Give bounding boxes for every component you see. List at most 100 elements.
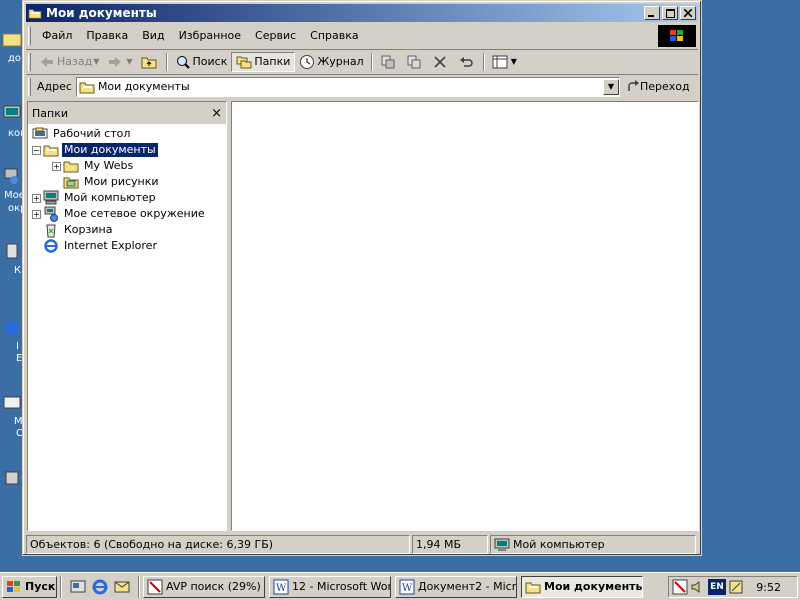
collapse-icon[interactable]: − bbox=[32, 145, 41, 155]
up-folder-icon bbox=[141, 57, 157, 68]
my-documents-folder-icon bbox=[43, 145, 59, 157]
folders-label: Папки bbox=[254, 55, 291, 68]
expand-icon[interactable]: + bbox=[52, 161, 61, 171]
system-tray: EN 9:52 bbox=[668, 576, 798, 598]
show-desktop-icon[interactable] bbox=[69, 578, 87, 596]
tree-item[interactable]: + Мой компьютер bbox=[28, 190, 226, 206]
menu-view[interactable]: Вид bbox=[135, 26, 171, 46]
views-icon bbox=[492, 55, 508, 68]
start-button[interactable]: Пуск bbox=[2, 575, 57, 598]
views-button[interactable]: ▼ bbox=[488, 52, 521, 72]
title-bar[interactable]: Мои документы bbox=[26, 4, 698, 22]
svg-text:W: W bbox=[402, 583, 413, 594]
tree-item-label: Internet Explorer bbox=[64, 239, 157, 252]
file-list-pane[interactable] bbox=[231, 101, 699, 531]
move-to-icon bbox=[381, 55, 395, 68]
tree-item[interactable]: − Мои документы bbox=[28, 142, 226, 158]
history-button[interactable]: Журнал bbox=[295, 52, 367, 72]
address-value: Мои документы bbox=[97, 80, 190, 93]
history-icon bbox=[300, 54, 315, 69]
menu-edit[interactable]: Правка bbox=[79, 26, 135, 46]
taskbar: Пуск AVP поиск (29%) W 12 - Microsoft Word… bbox=[0, 572, 800, 600]
search-button[interactable]: Поиск bbox=[171, 52, 232, 72]
menu-file[interactable]: Файл bbox=[35, 26, 79, 46]
move-to-button[interactable] bbox=[376, 52, 402, 72]
up-folder-button[interactable] bbox=[137, 52, 163, 72]
forward-button[interactable]: ▼ bbox=[103, 52, 136, 72]
desktop-icon-my-computer[interactable] bbox=[0, 104, 24, 129]
status-size-text: 1,94 МБ bbox=[416, 538, 462, 551]
search-icon bbox=[176, 55, 190, 69]
windows-flag-icon bbox=[670, 30, 683, 41]
pictures-folder-icon bbox=[63, 177, 79, 189]
expand-icon[interactable]: + bbox=[32, 209, 41, 219]
tree-item[interactable]: + My Webs bbox=[28, 158, 226, 174]
taskbar-button[interactable]: AVP поиск (29%) bbox=[143, 575, 265, 598]
ie-icon bbox=[44, 239, 58, 253]
menu-tools[interactable]: Сервис bbox=[248, 26, 303, 46]
address-dropdown-button[interactable]: ▼ bbox=[602, 78, 619, 95]
status-objects-text: Объектов: 6 (Свободно на диске: 6,39 ГБ) bbox=[30, 538, 274, 551]
tree-item[interactable]: Мои рисунки bbox=[28, 174, 226, 190]
menu-help[interactable]: Справка bbox=[303, 26, 365, 46]
tree-item[interactable]: Корзина bbox=[28, 222, 226, 238]
folders-pane-close-button[interactable]: × bbox=[211, 106, 222, 121]
address-input[interactable]: Мои документы ▼ bbox=[75, 76, 620, 97]
tree-item[interactable]: Рабочий стол bbox=[28, 126, 226, 142]
clock[interactable]: 9:52 bbox=[756, 581, 781, 594]
desktop-icon-outlook[interactable] bbox=[0, 392, 24, 417]
folders-button[interactable]: Папки bbox=[231, 51, 296, 72]
tree-item-label: Мой компьютер bbox=[64, 191, 156, 204]
desktop-icon-recycle-bin[interactable] bbox=[0, 240, 24, 265]
toolbar-grip[interactable] bbox=[28, 52, 31, 71]
outlook-icon[interactable] bbox=[113, 578, 131, 596]
taskbar-separator bbox=[138, 575, 140, 598]
desktop-icon-extra[interactable] bbox=[0, 468, 24, 493]
taskbar-button[interactable]: W Документ2 - Micr... bbox=[395, 575, 517, 598]
close-button[interactable] bbox=[680, 6, 696, 20]
my-documents-folder-icon bbox=[79, 82, 95, 93]
copy-to-button[interactable] bbox=[402, 52, 428, 72]
tree-item[interactable]: + Мое сетевое окружение bbox=[28, 206, 226, 222]
desktop-icon-network[interactable] bbox=[0, 166, 24, 191]
address-label: Адрес bbox=[37, 80, 72, 93]
taskbar-button-label: AVP поиск (29%) bbox=[166, 580, 261, 593]
taskbar-button-label: 12 - Microsoft Word bbox=[292, 580, 391, 593]
back-button[interactable]: Назад ▼ bbox=[35, 52, 103, 72]
go-label: Переход bbox=[639, 80, 690, 93]
desktop-icon-my-documents[interactable] bbox=[0, 28, 24, 53]
antivirus-icon[interactable] bbox=[672, 579, 688, 595]
toolbar-grip[interactable] bbox=[28, 77, 31, 96]
back-label: Назад bbox=[57, 55, 93, 68]
chevron-down-icon: ▼ bbox=[93, 57, 100, 66]
tree-item[interactable]: Internet Explorer bbox=[28, 238, 226, 254]
maximize-button[interactable] bbox=[662, 6, 678, 20]
menu-favorites[interactable]: Избранное bbox=[172, 26, 248, 46]
undo-icon bbox=[459, 56, 473, 67]
status-bar: Объектов: 6 (Свободно на диске: 6,39 ГБ)… bbox=[26, 535, 698, 555]
language-indicator[interactable]: EN bbox=[708, 579, 726, 595]
desktop-icon-ie[interactable] bbox=[0, 318, 24, 343]
toolbar-separator bbox=[165, 52, 168, 71]
taskbar-button[interactable]: Мои документы bbox=[521, 575, 643, 598]
minimize-button[interactable] bbox=[644, 6, 660, 20]
status-objects: Объектов: 6 (Свободно на диске: 6,39 ГБ) bbox=[26, 535, 410, 554]
explorer-window: Мои документы Файл Правка Вид Избранное … bbox=[22, 0, 702, 556]
delete-button[interactable] bbox=[428, 52, 454, 72]
taskbar-button[interactable]: W 12 - Microsoft Word bbox=[269, 575, 391, 598]
scheduler-icon[interactable] bbox=[728, 579, 744, 595]
windows-logo bbox=[658, 25, 696, 47]
maximize-icon bbox=[665, 8, 675, 18]
undo-button[interactable] bbox=[454, 52, 480, 72]
start-label: Пуск bbox=[25, 580, 56, 593]
tree-item-label: Мои документы bbox=[62, 143, 158, 157]
ie-icon[interactable] bbox=[91, 578, 109, 596]
volume-icon[interactable] bbox=[690, 579, 706, 595]
go-button[interactable]: Переход bbox=[626, 79, 690, 94]
toolbar-grip[interactable] bbox=[28, 27, 31, 45]
desktop-icon bbox=[32, 127, 48, 139]
folders-pane-header: Папки × bbox=[28, 102, 226, 124]
expand-icon[interactable]: + bbox=[32, 193, 41, 203]
close-icon bbox=[684, 9, 692, 17]
folders-pane: Папки × Рабочий стол − Мои документы + My We… bbox=[27, 101, 227, 531]
